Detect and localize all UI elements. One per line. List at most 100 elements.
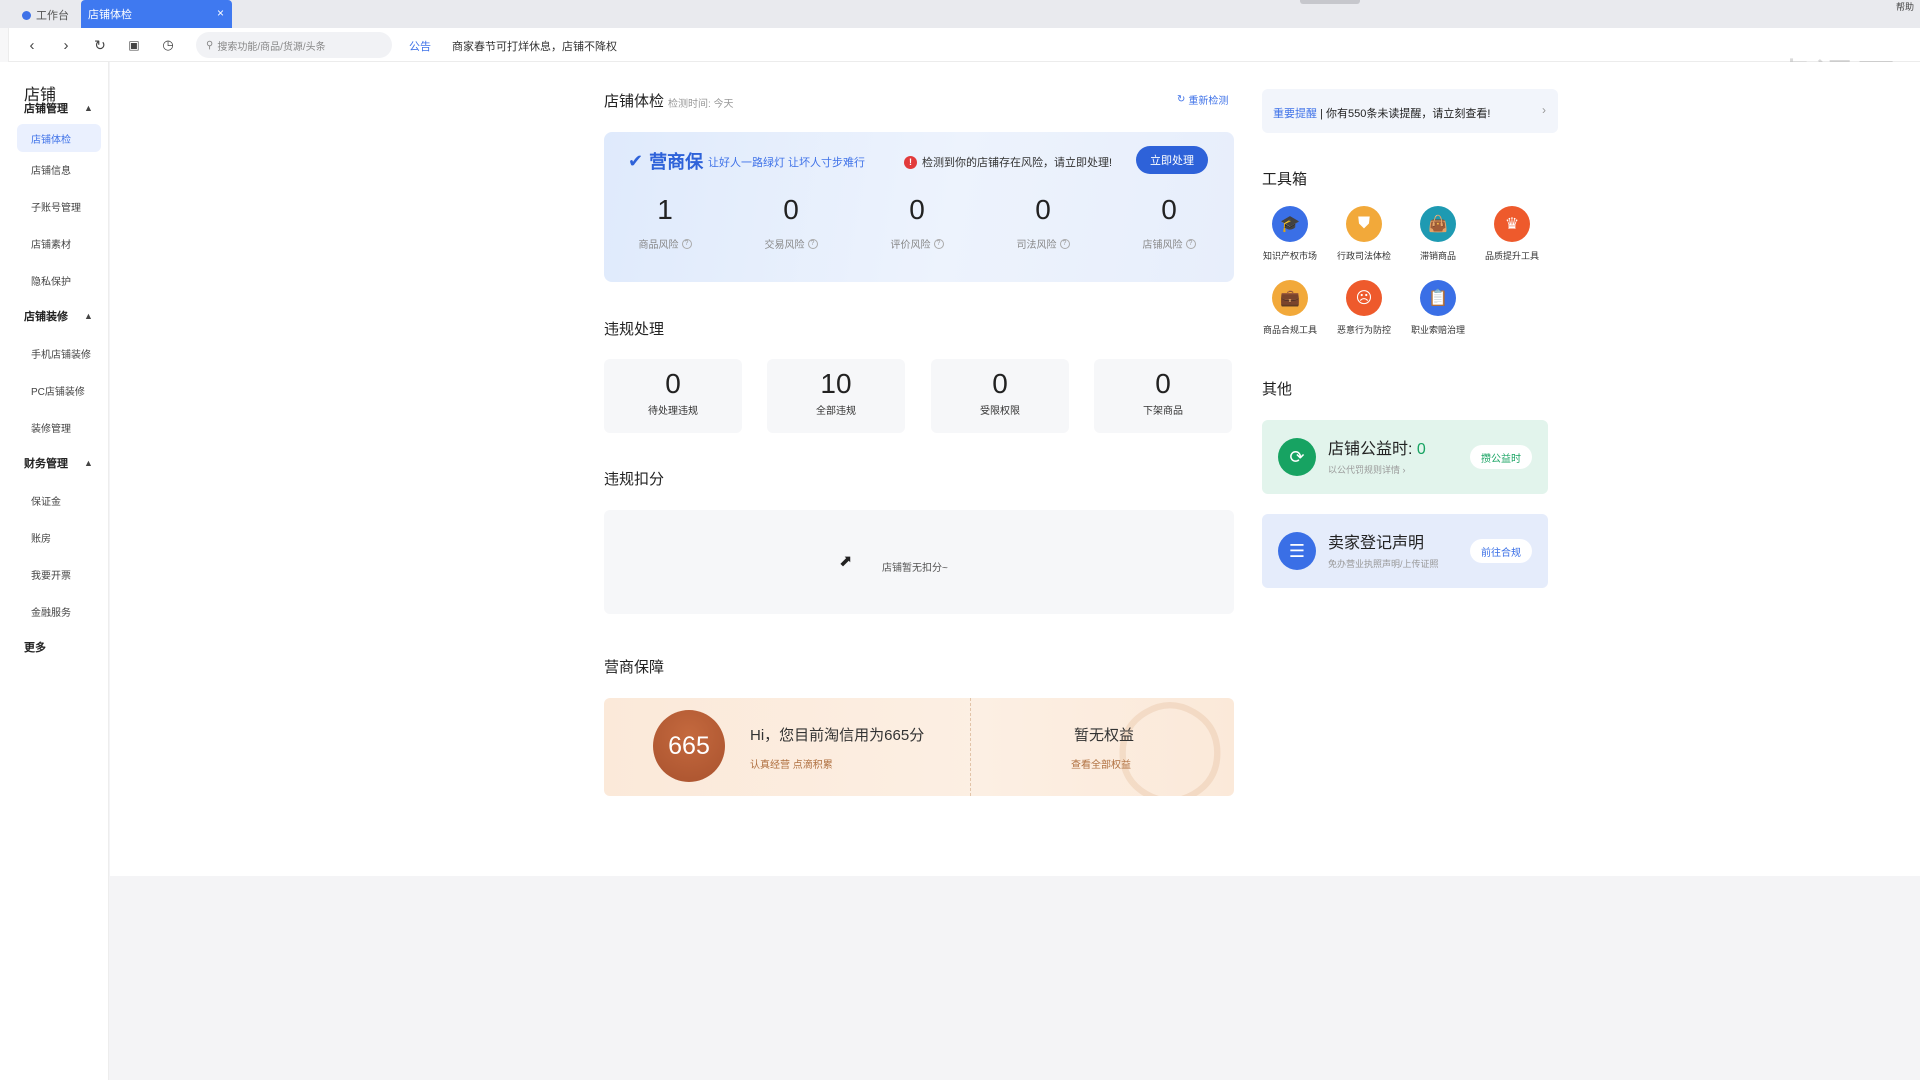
sidebar-group-decoration[interactable]: 店铺装修 ▲ bbox=[24, 308, 93, 324]
help-icon[interactable]: ? bbox=[807, 238, 818, 249]
recheck-label: 重新检测 bbox=[1188, 96, 1229, 107]
charity-sub-link[interactable]: 以公代罚规则详情 › bbox=[1328, 463, 1406, 476]
risk-value: 0 bbox=[909, 194, 925, 225]
violation-value: 0 bbox=[1155, 368, 1171, 399]
history-icon[interactable]: ◷ bbox=[158, 35, 178, 55]
sidebar-item-sub-accounts[interactable]: 子账号管理 bbox=[31, 199, 81, 214]
deduct-panel: 店铺暂无扣分~ bbox=[604, 510, 1234, 614]
tool-item[interactable]: 👜 滞销商品 bbox=[1402, 206, 1474, 262]
help-icon[interactable]: ? bbox=[1059, 238, 1070, 249]
workbench-icon bbox=[22, 10, 31, 20]
graduation-cap-icon: 🎓 bbox=[1272, 206, 1308, 242]
violation-value: 0 bbox=[665, 368, 681, 399]
sidebar-item-deposit[interactable]: 保证金 bbox=[31, 493, 61, 508]
tab-strip: 工作台 店铺体检 × 帮助 bbox=[0, 0, 1920, 28]
sidebar-item-finance-service[interactable]: 金融服务 bbox=[31, 604, 71, 619]
tool-item[interactable]: ⛊ 行政司法体检 bbox=[1328, 206, 1400, 262]
deduct-title: 违规扣分 bbox=[604, 471, 665, 488]
tool-item[interactable]: 🎓 知识产权市场 bbox=[1254, 206, 1326, 262]
close-icon[interactable]: × bbox=[217, 6, 224, 20]
sidebar-item-shop-assets[interactable]: 店铺素材 bbox=[31, 236, 71, 251]
charity-value: 0 bbox=[1416, 441, 1426, 458]
recheck-button[interactable]: ↻ 重新检测 bbox=[1177, 92, 1228, 107]
credit-sub: 认真经营 点滴积累 bbox=[750, 760, 833, 771]
tool-label: 职业索赔治理 bbox=[1410, 325, 1465, 335]
risk-stat-shop[interactable]: 0 店铺风险? bbox=[1106, 194, 1232, 251]
sidebar-item-pc-decor[interactable]: PC店铺装修 bbox=[31, 383, 85, 398]
charity-card[interactable]: ⟳ 店铺公益时: 0 以公代罚规则详情 › 攒公益时 bbox=[1262, 420, 1548, 494]
sidebar-item-ledger[interactable]: 账房 bbox=[31, 530, 51, 545]
forward-icon[interactable]: › bbox=[56, 35, 76, 55]
toolbox-title: 工具箱 bbox=[1262, 171, 1308, 188]
tab-workbench-label: 工作台 bbox=[36, 10, 69, 22]
tool-item[interactable]: 📋 职业索赔治理 bbox=[1402, 280, 1474, 336]
tool-label: 商品合规工具 bbox=[1262, 325, 1317, 335]
risk-value: 0 bbox=[783, 194, 799, 225]
risk-value: 0 bbox=[1035, 194, 1051, 225]
chevron-up-icon: ▲ bbox=[84, 103, 93, 113]
tab-shop-health[interactable]: 店铺体检 × bbox=[81, 0, 232, 28]
brand-name: 营商保 bbox=[649, 152, 704, 172]
credit-score-badge: 665 bbox=[653, 710, 725, 782]
handle-now-button[interactable]: 立即处理 bbox=[1136, 146, 1208, 174]
earn-charity-button[interactable]: 攒公益时 bbox=[1470, 445, 1532, 469]
shield-check-icon: ✔ bbox=[628, 150, 644, 171]
sidebar-item-mobile-decor[interactable]: 手机店铺装修 bbox=[31, 346, 91, 361]
frown-icon: ☹ bbox=[1346, 280, 1382, 316]
charity-icon: ⟳ bbox=[1278, 438, 1316, 476]
violation-all[interactable]: 10 全部违规 bbox=[767, 359, 905, 433]
document-icon: ☰ bbox=[1278, 532, 1316, 570]
tool-item[interactable]: ♛ 品质提升工具 bbox=[1476, 206, 1548, 262]
violation-label: 受限权限 bbox=[980, 406, 1020, 417]
seller-declaration-card[interactable]: ☰ 卖家登记声明 免办营业执照声明/上传证照 前往合规 bbox=[1262, 514, 1548, 588]
risk-stat-review[interactable]: 0 评价风险? bbox=[854, 194, 980, 251]
tool-label: 行政司法体检 bbox=[1336, 251, 1391, 261]
risk-stat-legal[interactable]: 0 司法风险? bbox=[980, 194, 1106, 251]
sidebar-item-privacy[interactable]: 隐私保护 bbox=[31, 273, 71, 288]
tab-divider bbox=[1300, 0, 1360, 4]
help-link[interactable]: 帮助 bbox=[1896, 0, 1914, 13]
bookmark-icon[interactable]: ▣ bbox=[124, 35, 144, 55]
search-input[interactable]: ⚲ 搜索功能/商品/货源/头条 bbox=[196, 32, 392, 58]
violations-title: 违规处理 bbox=[604, 321, 665, 338]
sidebar-item-decor-manage[interactable]: 装修管理 bbox=[31, 420, 71, 435]
chevron-up-icon: ▲ bbox=[84, 458, 93, 468]
brand-logo: ✔ 营商保 bbox=[628, 148, 703, 174]
risk-stat-trade[interactable]: 0 交易风险? bbox=[728, 194, 854, 251]
tool-label: 恶意行为防控 bbox=[1336, 325, 1391, 335]
violation-label: 下架商品 bbox=[1143, 406, 1183, 417]
help-icon[interactable]: ? bbox=[681, 238, 692, 249]
sidebar-more[interactable]: 更多 bbox=[24, 639, 46, 655]
risk-stat-product[interactable]: 1 商品风险? bbox=[602, 194, 728, 251]
risk-alert: ! 检测到你的店铺存在风险，请立即处理! bbox=[904, 154, 1112, 170]
refresh-icon[interactable]: ↻ bbox=[90, 35, 110, 55]
main-content: 店铺体检 检测时间: 今天 ↻ 重新检测 ✔ 营商保 让好人一路绿灯 让坏人寸步… bbox=[110, 62, 1920, 876]
reminder-text: | 你有550条未读提醒，请立刻查看! bbox=[1317, 108, 1491, 120]
sidebar-group-shop-manage[interactable]: 店铺管理 ▲ bbox=[24, 100, 93, 116]
violation-delisted[interactable]: 0 下架商品 bbox=[1094, 359, 1232, 433]
notice-text[interactable]: 商家春节可打烊休息，店铺不降权 bbox=[452, 38, 617, 54]
risk-label: 商品风险 bbox=[638, 240, 679, 251]
help-icon[interactable]: ? bbox=[933, 238, 944, 249]
notice-label[interactable]: 公告 bbox=[409, 38, 431, 54]
sidebar-group-finance[interactable]: 财务管理 ▲ bbox=[24, 455, 93, 471]
violation-pending[interactable]: 0 待处理违规 bbox=[604, 359, 742, 433]
violation-label: 待处理违规 bbox=[648, 406, 698, 417]
charity-title: 店铺公益时: 0 bbox=[1328, 435, 1426, 459]
sidebar-item-invoice[interactable]: 我要开票 bbox=[31, 567, 71, 582]
back-icon[interactable]: ‹ bbox=[22, 35, 42, 55]
sidebar-item-shop-health[interactable]: 店铺体检 bbox=[17, 124, 101, 152]
reminder-banner[interactable]: 重要提醒 | 你有550条未读提醒，请立刻查看! › bbox=[1262, 89, 1558, 133]
tool-item[interactable]: 💼 商品合规工具 bbox=[1254, 280, 1326, 336]
view-all-rights-link[interactable]: 查看全部权益 bbox=[1071, 756, 1131, 771]
health-title: 店铺体检 bbox=[604, 93, 665, 110]
violation-restricted[interactable]: 0 受限权限 bbox=[931, 359, 1069, 433]
tool-label: 滞销商品 bbox=[1419, 251, 1456, 261]
help-icon[interactable]: ? bbox=[1185, 238, 1196, 249]
sidebar-item-shop-info[interactable]: 店铺信息 bbox=[31, 162, 71, 177]
go-compliance-button[interactable]: 前往合规 bbox=[1470, 539, 1532, 563]
tab-workbench[interactable]: 工作台 bbox=[14, 4, 79, 26]
search-placeholder: 搜索功能/商品/货源/头条 bbox=[217, 41, 326, 53]
violation-value: 10 bbox=[820, 368, 852, 399]
tool-item[interactable]: ☹ 恶意行为防控 bbox=[1328, 280, 1400, 336]
